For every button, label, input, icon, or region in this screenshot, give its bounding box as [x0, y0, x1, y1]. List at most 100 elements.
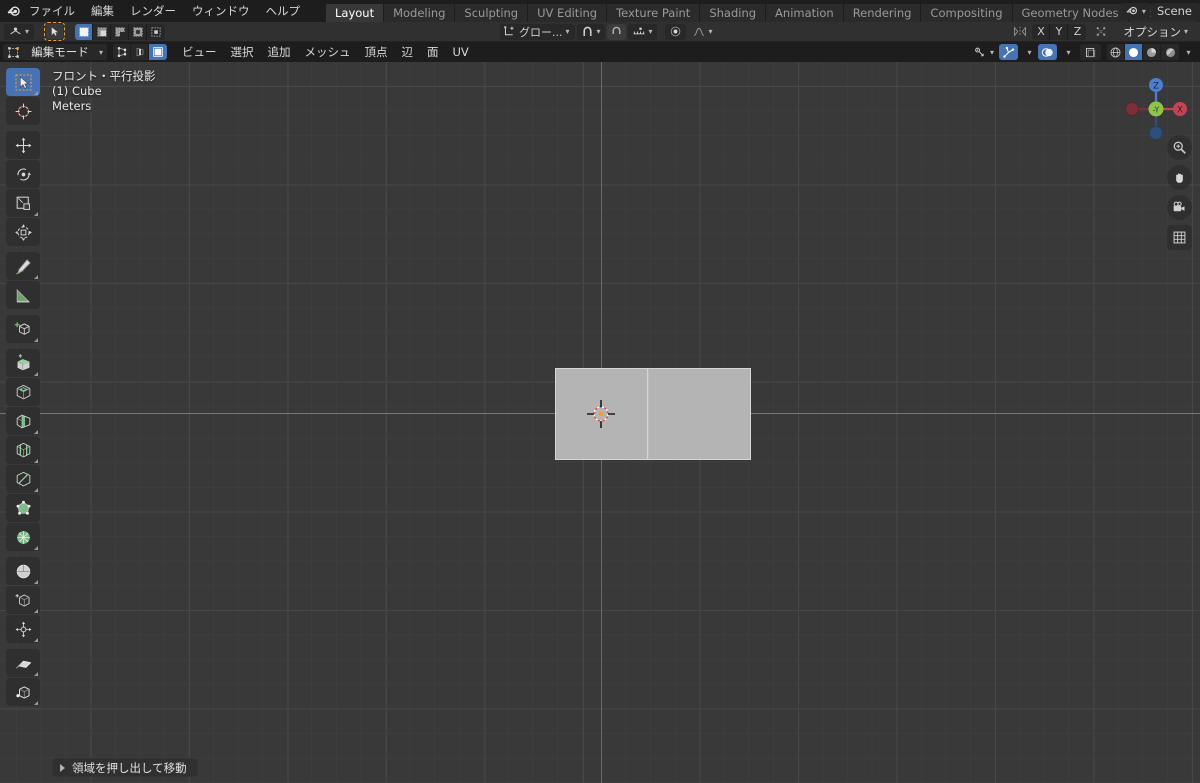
tool-spin[interactable] — [6, 523, 40, 551]
overlays-dropdown[interactable]: ▾ — [1059, 44, 1075, 60]
tool-add-cube[interactable] — [6, 315, 40, 343]
shading-solid-button[interactable] — [1125, 44, 1143, 60]
expand-triangle-icon — [60, 763, 65, 772]
menu-help[interactable]: ヘルプ — [258, 3, 309, 20]
select-subtract-button[interactable] — [111, 23, 129, 40]
tool-measure[interactable] — [6, 281, 40, 309]
tool-annotate[interactable] — [6, 252, 40, 280]
mirror-axis-group: X Y Z — [1032, 23, 1087, 40]
pan-view-button[interactable] — [1167, 165, 1192, 190]
face-select-mode-button[interactable] — [149, 44, 167, 60]
menu-render[interactable]: レンダー — [122, 3, 184, 20]
grid-ortho-icon — [1173, 231, 1186, 244]
tool-inset-faces[interactable] — [6, 378, 40, 406]
proportional-edit-toggle[interactable] — [664, 23, 686, 40]
shading-wireframe-button[interactable] — [1107, 44, 1125, 60]
transform-orientation-selector[interactable]: グロー... ▾ — [500, 23, 575, 40]
select-intersect-button[interactable] — [147, 23, 165, 40]
tab-texture-paint[interactable]: Texture Paint — [607, 4, 701, 22]
tab-sculpting[interactable]: Sculpting — [455, 4, 529, 22]
tab-uv-editing[interactable]: UV Editing — [528, 4, 608, 22]
tool-poly-build[interactable] — [6, 494, 40, 522]
menu-mesh[interactable]: メッシュ — [298, 44, 358, 60]
show-gizmo-button[interactable] — [999, 44, 1018, 60]
blender-logo-icon[interactable] — [5, 0, 21, 22]
topology-mirror-button[interactable] — [1091, 24, 1111, 40]
tab-modeling[interactable]: Modeling — [384, 4, 456, 22]
camera-view-button[interactable] — [1167, 195, 1192, 220]
interaction-mode-selector[interactable]: 編集モード ▾ — [3, 44, 107, 60]
editor-type-selector[interactable]: ▾ — [4, 23, 34, 40]
menu-face[interactable]: 面 — [420, 44, 446, 60]
tool-submenu-indicator — [34, 430, 38, 434]
tool-knife[interactable] — [6, 465, 40, 493]
snap-target-button[interactable] — [606, 23, 626, 40]
menu-uv[interactable]: UV — [446, 44, 476, 60]
tool-shear[interactable] — [6, 649, 40, 677]
options-dropdown[interactable]: オプション ▾ — [1117, 23, 1194, 40]
select-intersect-icon — [151, 27, 161, 36]
active-tool-indicator[interactable] — [44, 22, 65, 41]
vertex-select-mode-button[interactable] — [113, 44, 131, 60]
select-extend-button[interactable] — [93, 23, 111, 40]
toggle-xray-button[interactable] — [1080, 44, 1101, 60]
menu-edge[interactable]: 辺 — [395, 44, 421, 60]
menu-edit[interactable]: 編集 — [83, 3, 122, 20]
tool-smooth[interactable] — [6, 557, 40, 585]
tool-submenu-indicator — [34, 459, 38, 463]
tool-submenu-indicator — [34, 546, 38, 550]
tab-geometry-nodes[interactable]: Geometry Nodes — [1012, 4, 1129, 22]
falloff-curve-icon — [693, 27, 704, 37]
gizmo-dropdown[interactable]: ▾ — [1020, 44, 1036, 60]
mesh-object-cube[interactable] — [555, 368, 751, 460]
tool-bevel[interactable] — [6, 407, 40, 435]
workspace-tabs: Layout Modeling Sculpting UV Editing Tex… — [326, 0, 1200, 22]
tool-extrude-region[interactable] — [6, 349, 40, 377]
object-visibility-dropdown[interactable]: ▾ — [970, 44, 997, 60]
tool-transform[interactable] — [6, 218, 40, 246]
menu-vertex[interactable]: 頂点 — [358, 44, 395, 60]
tool-rotate[interactable] — [6, 160, 40, 188]
tab-animation[interactable]: Animation — [766, 4, 844, 22]
mirror-axis-x[interactable]: X — [1032, 23, 1051, 40]
3d-viewport[interactable]: フロント・平行投影 (1) Cube Meters Z X -Y 領域を押し出し… — [0, 62, 1200, 783]
mirror-axis-y[interactable]: Y — [1050, 23, 1069, 40]
shading-rendered-button[interactable] — [1161, 44, 1179, 60]
tool-shrink-fatten[interactable] — [6, 615, 40, 643]
tool-move[interactable] — [6, 131, 40, 159]
menu-view[interactable]: ビュー — [175, 44, 224, 60]
mesh-face-right[interactable] — [648, 368, 751, 460]
tab-layout[interactable]: Layout — [326, 4, 385, 22]
tool-tweak[interactable] — [6, 68, 40, 96]
operator-panel[interactable]: 領域を押し出して移動 — [52, 758, 198, 777]
tab-shading[interactable]: Shading — [700, 4, 767, 22]
tab-rendering[interactable]: Rendering — [843, 4, 922, 22]
shading-dropdown[interactable]: ▾ — [1179, 44, 1195, 60]
snap-element-dropdown[interactable]: ▾ — [627, 23, 657, 40]
tool-loop-cut[interactable] — [6, 436, 40, 464]
zoom-view-button[interactable] — [1167, 135, 1192, 160]
mirror-axis-y-label: Y — [1055, 25, 1063, 38]
tool-rip-region[interactable] — [6, 678, 40, 706]
tab-compositing[interactable]: Compositing — [921, 4, 1013, 22]
mirror-axis-z[interactable]: Z — [1068, 23, 1087, 40]
tool-cursor[interactable] — [6, 97, 40, 125]
scene-name-field[interactable]: Scene — [1150, 2, 1200, 20]
tool-scale[interactable] — [6, 189, 40, 217]
material-preview-icon — [1146, 47, 1157, 57]
shading-material-preview-button[interactable] — [1143, 44, 1161, 60]
top-menu-bar: ファイル 編集 レンダー ウィンドウ ヘルプ Layout Modeling S… — [0, 0, 1200, 22]
select-invert-button[interactable] — [129, 23, 147, 40]
select-set-button[interactable] — [75, 23, 93, 40]
toggle-perspective-button[interactable] — [1167, 225, 1192, 250]
edge-select-mode-button[interactable] — [131, 44, 149, 60]
show-overlays-button[interactable] — [1038, 44, 1057, 60]
tool-edge-slide[interactable] — [6, 586, 40, 614]
menu-add[interactable]: 追加 — [261, 44, 298, 60]
menu-select[interactable]: 選択 — [224, 44, 261, 60]
menu-file[interactable]: ファイル — [21, 3, 83, 20]
snap-toggle-button[interactable]: ▾ — [576, 23, 605, 40]
scene-browse-button[interactable]: ▾ — [1120, 2, 1150, 20]
menu-window[interactable]: ウィンドウ — [184, 3, 258, 20]
proportional-falloff-dropdown[interactable]: ▾ — [688, 24, 717, 40]
